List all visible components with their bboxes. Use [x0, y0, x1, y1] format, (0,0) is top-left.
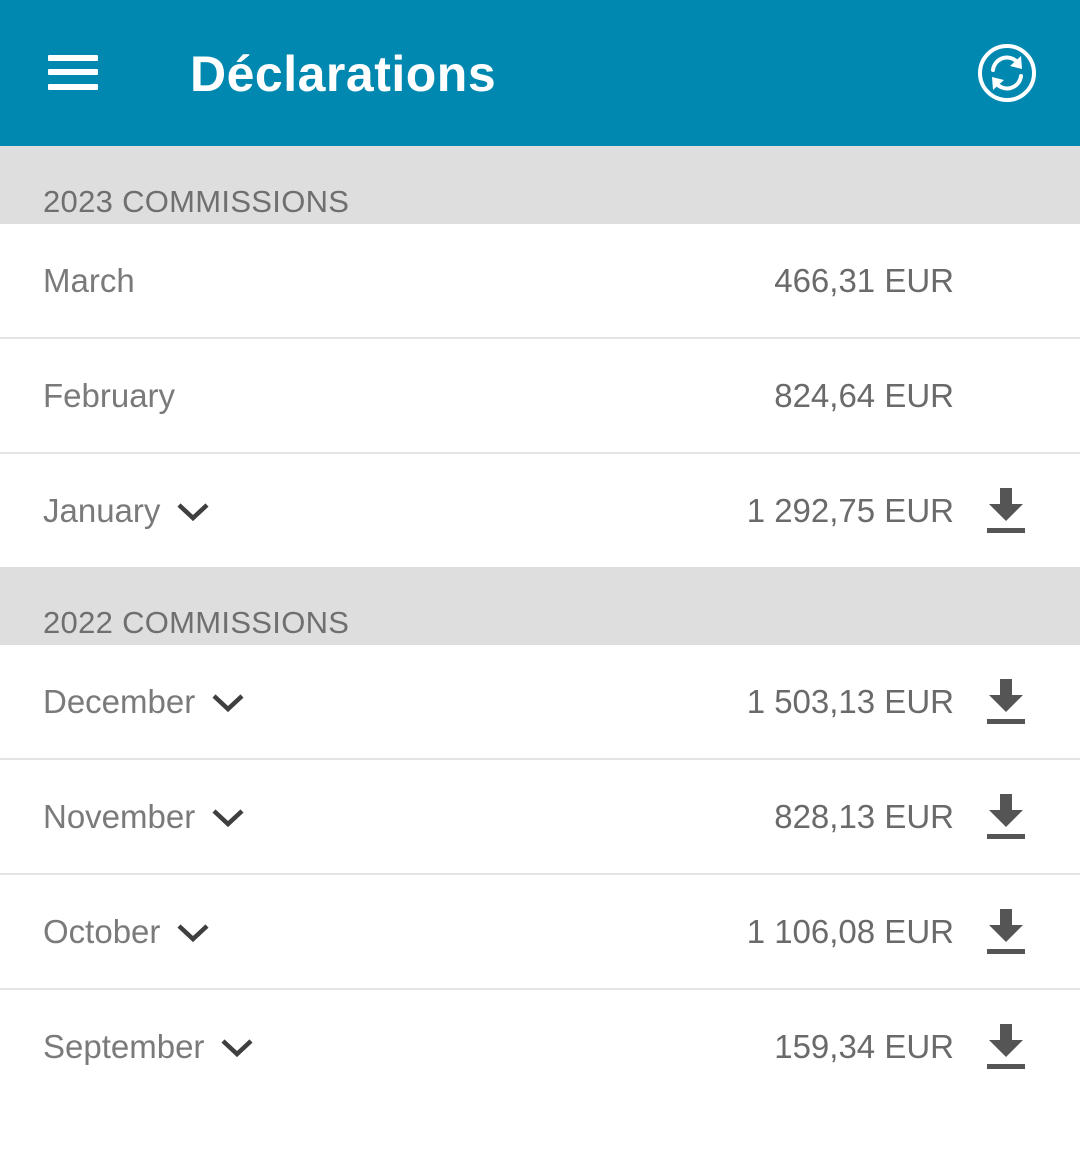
section-label: 2022 COMMISSIONS: [43, 605, 350, 640]
month-label: November: [43, 760, 245, 873]
chevron-down-icon[interactable]: [211, 692, 245, 714]
amount-value: 466,31 EUR: [774, 261, 954, 299]
month-label: March: [43, 261, 135, 299]
list-item-december[interactable]: December 1 503,13 EUR: [0, 645, 1080, 760]
amount-value: 1 503,13 EUR: [746, 682, 954, 720]
download-icon[interactable]: [985, 1024, 1027, 1070]
list-item-september[interactable]: September 159,34 EUR: [0, 990, 1080, 1103]
month-label: February: [43, 376, 176, 414]
section-label: 2023 COMMISSIONS: [43, 184, 350, 219]
chevron-down-icon[interactable]: [176, 501, 210, 523]
section-header-2023: 2023 COMMISSIONS: [0, 146, 1080, 224]
chevron-down-icon[interactable]: [176, 922, 210, 944]
list-item-october[interactable]: October 1 106,08 EUR: [0, 875, 1080, 990]
menu-icon[interactable]: [34, 38, 112, 104]
month-label: January: [43, 454, 210, 567]
list-item-january[interactable]: January 1 292,75 EUR: [0, 454, 1080, 567]
list-item-february[interactable]: February 824,64 EUR: [0, 339, 1080, 454]
download-icon[interactable]: [985, 679, 1027, 725]
amount-value: 1 292,75 EUR: [746, 491, 954, 529]
declarations-list: 2023 COMMISSIONS March 466,31 EUR Februa…: [0, 146, 1080, 1103]
download-icon[interactable]: [985, 488, 1027, 534]
month-label: October: [43, 875, 210, 988]
download-icon[interactable]: [985, 794, 1027, 840]
sync-icon[interactable]: [976, 42, 1038, 104]
section-header-2022: 2022 COMMISSIONS: [0, 567, 1080, 645]
page-title: Déclarations: [190, 46, 497, 102]
chevron-down-icon[interactable]: [211, 807, 245, 829]
list-item-march[interactable]: March 466,31 EUR: [0, 224, 1080, 339]
download-icon[interactable]: [985, 909, 1027, 955]
app-bar: Déclarations: [0, 0, 1080, 146]
amount-value: 824,64 EUR: [774, 376, 954, 414]
amount-value: 828,13 EUR: [774, 797, 954, 835]
amount-value: 159,34 EUR: [774, 1027, 954, 1065]
month-label: September: [43, 990, 254, 1103]
amount-value: 1 106,08 EUR: [746, 912, 954, 950]
list-item-november[interactable]: November 828,13 EUR: [0, 760, 1080, 875]
chevron-down-icon[interactable]: [220, 1037, 254, 1059]
month-label: December: [43, 645, 245, 758]
